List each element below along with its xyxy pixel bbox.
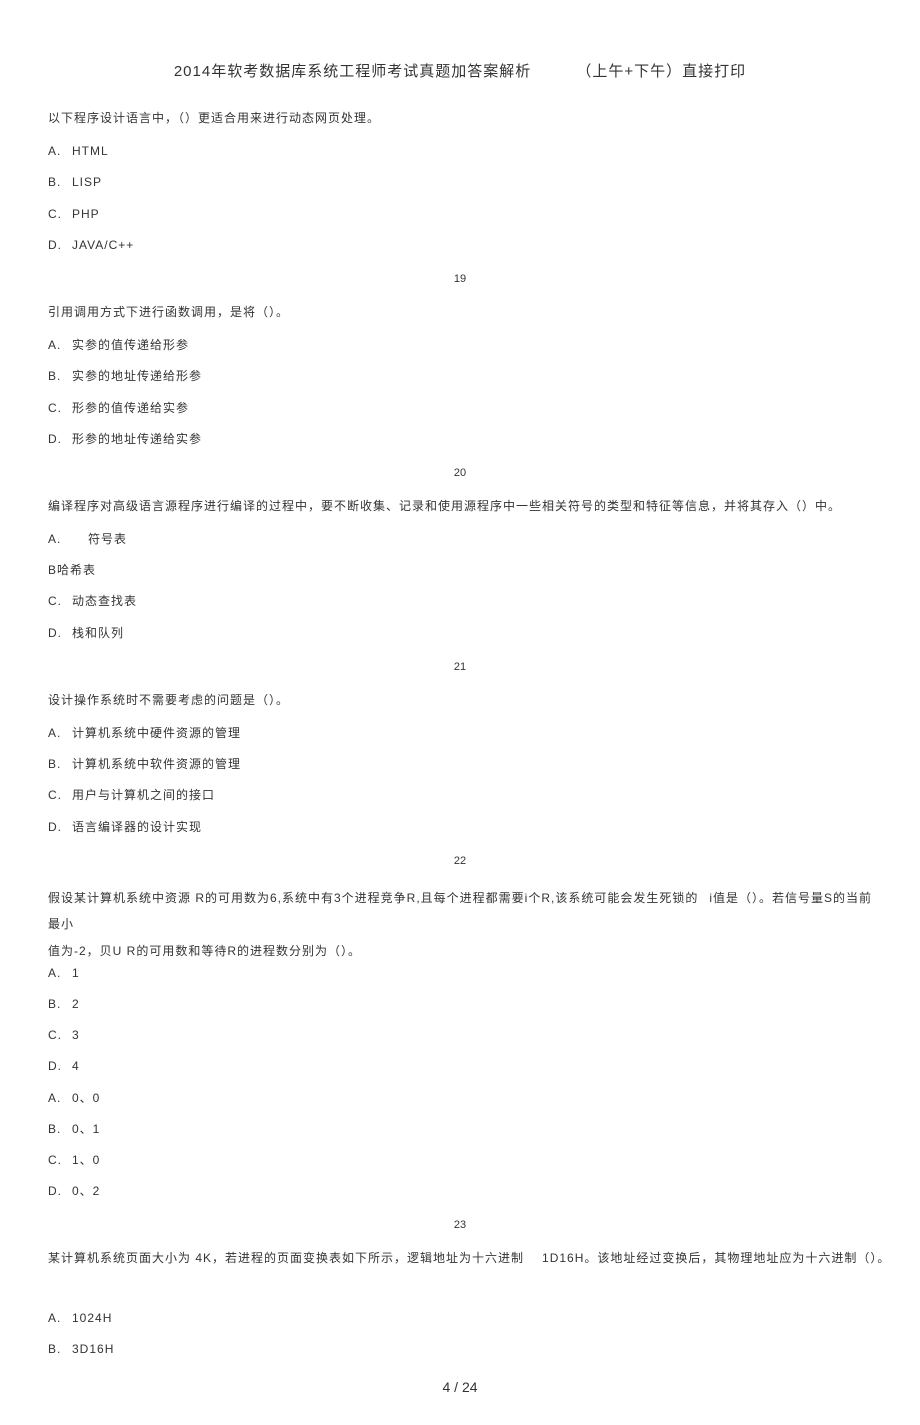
question-22-option1-a: A.1 (48, 964, 872, 983)
question-23-option-b: B.3D16H (48, 1340, 872, 1359)
question-23-option-a: A.1024H (48, 1309, 872, 1328)
option-letter: A. (48, 1089, 72, 1108)
question-18-option-a: A.HTML (48, 142, 872, 161)
option-text: 实参的值传递给形参 (72, 338, 189, 352)
option-text: PHP (72, 207, 100, 221)
option-letter: D. (48, 236, 72, 255)
question-22-stem: 假设某计算机系统中资源 R的可用数为6,系统中有3个进程竞争R,且每个进程都需要… (48, 885, 872, 964)
question-20-option-c: C.动态查找表 (48, 592, 872, 611)
question-number-22: 22 (48, 855, 872, 867)
question-21-option-d: D.语言编译器的设计实现 (48, 818, 872, 837)
option-text: 3 (72, 1028, 80, 1042)
option-text: HTML (72, 144, 109, 158)
option-text: LISP (72, 175, 102, 189)
option-text: 1 (72, 966, 80, 980)
option-text: 0、1 (72, 1122, 100, 1136)
page: 2014年软考数据库系统工程师考试真题加答案解析 （上午+下午）直接打印 以下程… (0, 0, 920, 1425)
option-text: 形参的地址传递给实参 (72, 432, 202, 446)
option-letter: C. (48, 399, 72, 418)
option-text: 4 (72, 1059, 80, 1073)
title-main: 2014年软考数据库系统工程师考试真题加答案解析 (174, 60, 531, 81)
option-text: 1024H (72, 1311, 112, 1325)
question-23-stem-left: 某计算机系统页面大小为 4K，若进程的页面变换表如下所示，逻辑地址为十六进制 (48, 1249, 524, 1268)
option-letter: B. (48, 1120, 72, 1139)
page-title: 2014年软考数据库系统工程师考试真题加答案解析 （上午+下午）直接打印 (48, 60, 872, 81)
option-text: 实参的地址传递给形参 (72, 369, 202, 383)
option-letter: C. (48, 1026, 72, 1045)
question-21-stem: 设计操作系统时不需要考虑的问题是（）。 (48, 691, 872, 710)
option-letter: D. (48, 430, 72, 449)
question-number-20: 20 (48, 467, 872, 479)
question-22-option1-c: C.3 (48, 1026, 872, 1045)
question-23-stem-mid: 1D16H。该地址经过变换后，其物理地址应为十六进制（）。 (542, 1249, 890, 1268)
option-letter: A. (48, 724, 72, 743)
option-text: 0、2 (72, 1184, 100, 1198)
option-letter: D. (48, 1057, 72, 1076)
question-22-stem-line2: 值为-2，贝U R的可用数和等待R的进程数分别为（）。 (48, 938, 872, 964)
question-22-stem-right: i值是（）。若信号量S的当前 (709, 885, 872, 911)
option-text: JAVA/C++ (72, 238, 134, 252)
question-19-option-c: C.形参的值传递给实参 (48, 399, 872, 418)
question-21-option-a: A.计算机系统中硬件资源的管理 (48, 724, 872, 743)
question-22-stem-left: 假设某计算机系统中资源 R的可用数为6,系统中有3个进程竞争R,且每个进程都需要… (48, 885, 709, 938)
question-22-option2-c: C.1、0 (48, 1151, 872, 1170)
question-22-option2-a: A.0、0 (48, 1089, 872, 1108)
option-letter: D. (48, 1182, 72, 1201)
option-text: 计算机系统中硬件资源的管理 (72, 726, 241, 740)
option-letter: C. (48, 205, 72, 224)
question-18-option-d: D.JAVA/C++ (48, 236, 872, 255)
option-text: 语言编译器的设计实现 (72, 820, 202, 834)
question-21-option-b: B.计算机系统中软件资源的管理 (48, 755, 872, 774)
option-text: 栈和队列 (72, 626, 124, 640)
question-20-option-d: D.栈和队列 (48, 624, 872, 643)
option-letter: A. (48, 142, 72, 161)
question-18-option-c: C.PHP (48, 205, 872, 224)
question-23-stem: 某计算机系统页面大小为 4K，若进程的页面变换表如下所示，逻辑地址为十六进制 1… (48, 1249, 872, 1268)
question-number-19: 19 (48, 273, 872, 285)
question-19-option-d: D.形参的地址传递给实参 (48, 430, 872, 449)
option-text: 形参的值传递给实参 (72, 401, 189, 415)
question-20-option-b: B哈希表 (48, 561, 872, 580)
option-text: 1、0 (72, 1153, 100, 1167)
option-letter: A. (48, 1309, 72, 1328)
question-20-stem: 编译程序对高级语言源程序进行编译的过程中，要不断收集、记录和使用源程序中一些相关… (48, 497, 872, 516)
question-22-option2-d: D.0、2 (48, 1182, 872, 1201)
option-letter: B. (48, 367, 72, 386)
option-letter: C. (48, 592, 72, 611)
question-21-option-c: C.用户与计算机之间的接口 (48, 786, 872, 805)
option-letter: D. (48, 818, 72, 837)
option-text: 符号表 (88, 532, 127, 546)
option-letter: A. (48, 336, 72, 355)
option-letter: B. (48, 173, 72, 192)
question-number-23: 23 (48, 1219, 872, 1231)
page-footer: 4 / 24 (48, 1379, 872, 1395)
question-20-option-a: A.符号表 (48, 530, 872, 549)
option-letter: B. (48, 995, 72, 1014)
option-letter: A. (48, 964, 72, 983)
question-number-21: 21 (48, 661, 872, 673)
option-text: 3D16H (72, 1342, 114, 1356)
option-letter: C. (48, 786, 72, 805)
question-19-stem: 引用调用方式下进行函数调用，是将（）。 (48, 303, 872, 322)
question-19-option-a: A.实参的值传递给形参 (48, 336, 872, 355)
option-letter: B. (48, 1340, 72, 1359)
option-text: 用户与计算机之间的接口 (72, 788, 215, 802)
option-text: 2 (72, 997, 80, 1011)
question-18-stem: 以下程序设计语言中，（）更适合用来进行动态网页处理。 (48, 109, 872, 128)
question-22-option1-d: D.4 (48, 1057, 872, 1076)
question-18-option-b: B.LISP (48, 173, 872, 192)
option-text: 0、0 (72, 1091, 100, 1105)
option-letter: B. (48, 755, 72, 774)
question-22-option1-b: B.2 (48, 995, 872, 1014)
option-letter: C. (48, 1151, 72, 1170)
title-sub: （上午+下午）直接打印 (576, 60, 746, 81)
question-22-option2-b: B.0、1 (48, 1120, 872, 1139)
option-letter: A. (48, 530, 88, 549)
option-text: 计算机系统中软件资源的管理 (72, 757, 241, 771)
option-letter: D. (48, 624, 72, 643)
option-text: 动态查找表 (72, 594, 137, 608)
question-19-option-b: B.实参的地址传递给形参 (48, 367, 872, 386)
